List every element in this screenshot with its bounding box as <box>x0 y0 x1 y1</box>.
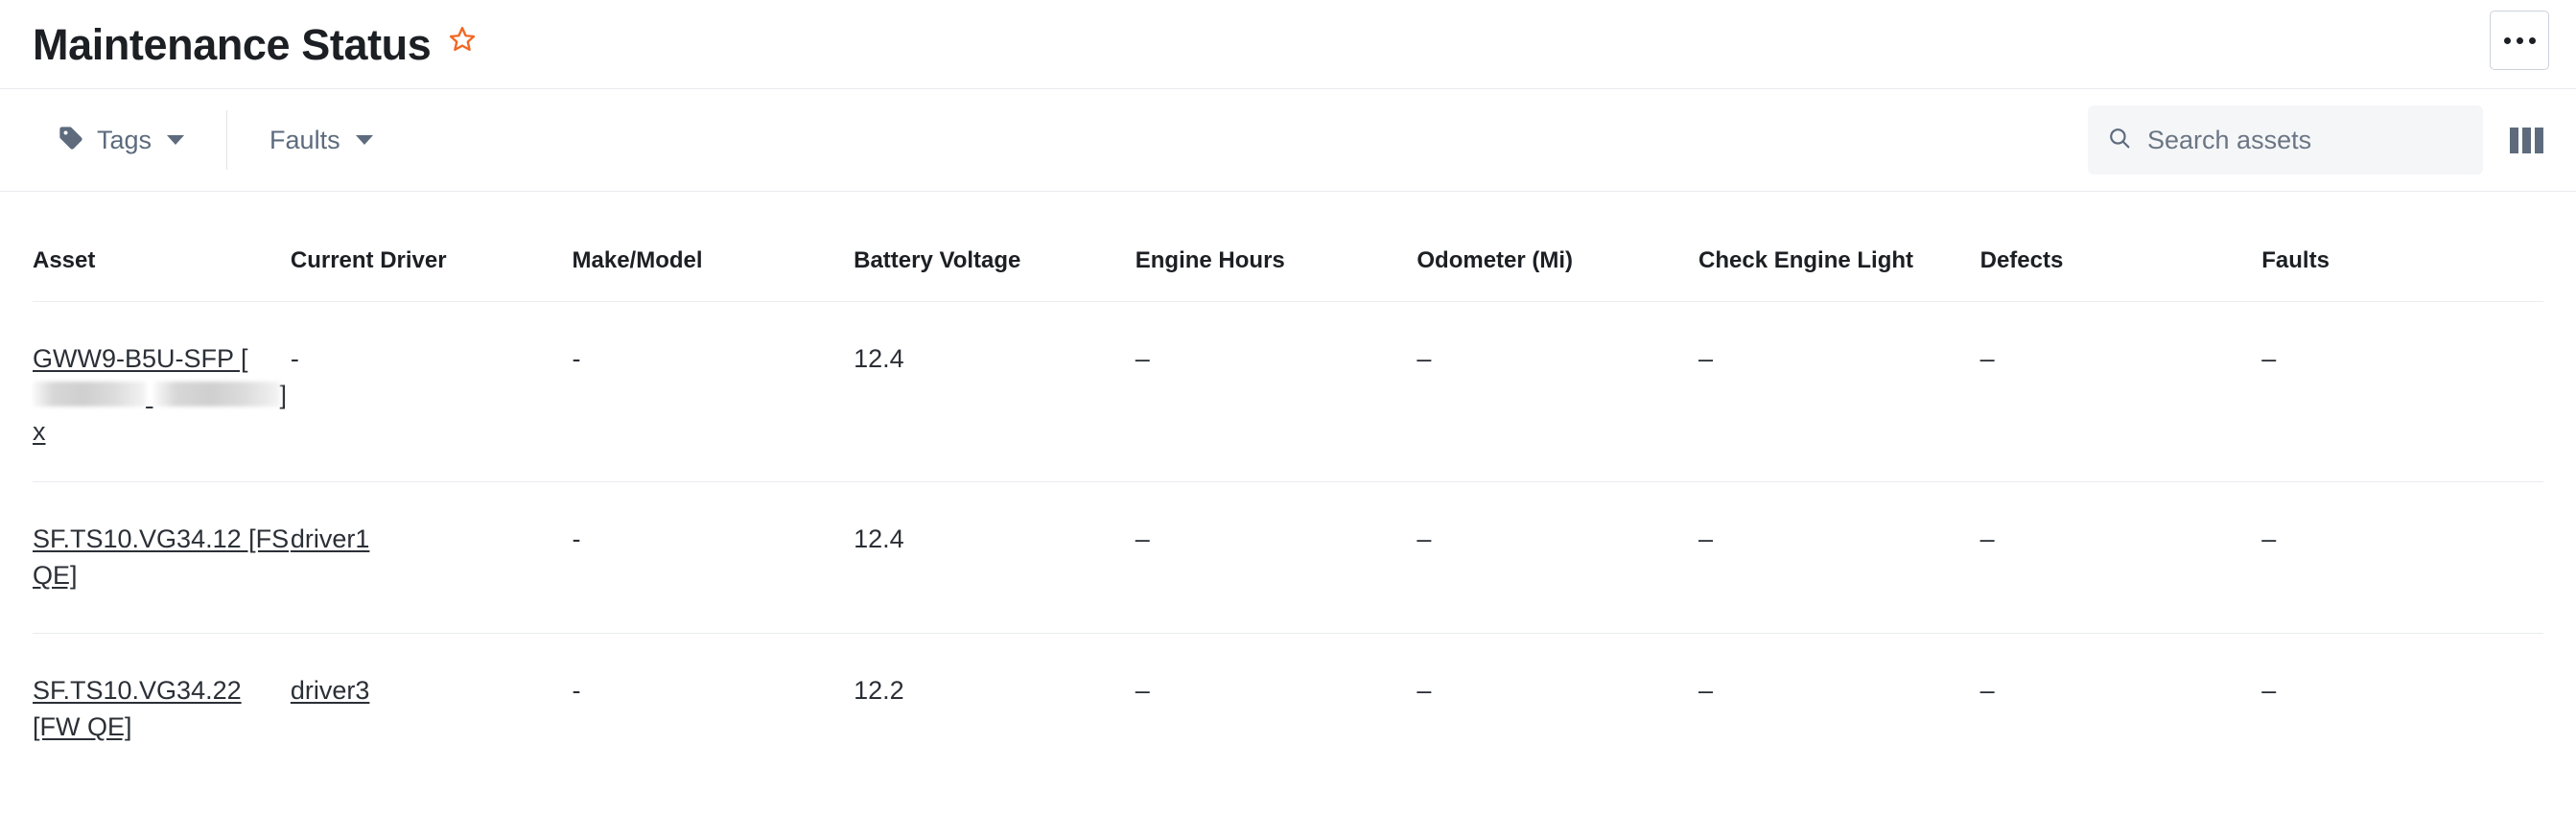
cell-odometer: – <box>1417 300 1698 482</box>
table-row: SF.TS10.VG34.22 [FW QE] driver3-12.2– – – – – <box>33 632 2543 785</box>
cell-current-driver: driver1 <box>290 480 573 634</box>
table-body: GWW9-B5U-SFP [ ] x - -12.4– – – – – SF.TS10.VG3… <box>33 300 2543 785</box>
cell-engine-hours: – <box>1135 632 1417 785</box>
column-header-odometer[interactable]: Odometer (Mi) <box>1417 192 1698 301</box>
asset-name-text: SF.TS10.VG34.12 [FS QE] <box>33 524 290 590</box>
columns-icon[interactable] <box>2504 122 2549 159</box>
star-outline-icon[interactable] <box>448 25 477 58</box>
cell-faults: – <box>2261 300 2543 482</box>
tags-filter-label: Tags <box>97 125 152 154</box>
tags-filter-dropdown[interactable]: Tags <box>33 111 209 169</box>
toolbar-right-group <box>2088 89 2549 191</box>
table-head: Asset Current Driver Make/Model Battery … <box>33 192 2543 301</box>
cell-faults: – <box>2261 632 2543 785</box>
cell-make-model: - <box>572 480 855 634</box>
kebab-dot <box>2528 36 2536 44</box>
search-assets-box[interactable] <box>2088 105 2483 175</box>
assets-table: Asset Current Driver Make/Model Battery … <box>33 192 2543 785</box>
driver-link[interactable]: driver1 <box>291 524 370 553</box>
kebab-dot <box>2516 36 2523 44</box>
driver-link[interactable]: driver3 <box>291 676 370 705</box>
cell-defects: – <box>1979 632 2262 785</box>
page-header: Maintenance Status <box>0 0 2576 88</box>
asset-link[interactable]: SF.TS10.VG34.12 [FS QE] <box>33 524 289 590</box>
cell-check-engine-light: – <box>1698 632 1980 785</box>
cell-faults: – <box>2261 480 2543 634</box>
cell-make-model: - <box>572 300 855 482</box>
search-input[interactable] <box>2147 125 2464 155</box>
chevron-down-icon <box>355 135 373 145</box>
cell-check-engine-light: – <box>1698 480 1980 634</box>
table-toolbar: Tags Faults <box>0 88 2576 192</box>
column-header-battery-voltage[interactable]: Battery Voltage <box>854 192 1136 301</box>
column-header-engine-hours[interactable]: Engine Hours <box>1136 192 1417 301</box>
cell-battery-voltage: 12.2 <box>854 632 1136 785</box>
asset-name-text: GWW9-B5U-SFP [ <box>33 343 248 373</box>
kebab-dot <box>2503 36 2511 44</box>
maintenance-status-page: Maintenance Status Tags Faults Search as… <box>0 0 2576 838</box>
faults-filter-label: Faults <box>269 125 340 154</box>
cell-defects: – <box>1979 300 2262 482</box>
faults-filter-dropdown[interactable]: Faults <box>245 111 398 169</box>
cell-odometer: – <box>1417 632 1698 785</box>
cell-odometer: – <box>1417 480 1698 634</box>
cell-current-driver: - <box>290 300 573 482</box>
table-row: SF.TS10.VG34.12 [FS QE] driver1-12.4– – – – – <box>33 480 2543 634</box>
columns-bar <box>2522 127 2531 153</box>
cell-asset: SF.TS10.VG34.12 [FS QE] <box>33 480 291 634</box>
search-icon <box>2107 126 2132 155</box>
cell-battery-voltage: 12.4 <box>854 300 1136 482</box>
table-row: GWW9-B5U-SFP [ ] x - -12.4– – – – – <box>33 300 2543 482</box>
column-header-make-model[interactable]: Make/Model <box>573 192 855 301</box>
cell-engine-hours: – <box>1135 480 1417 634</box>
table-header-row: Asset Current Driver Make/Model Battery … <box>33 192 2543 301</box>
tag-icon <box>58 125 84 156</box>
assets-table-container: Asset Current Driver Make/Model Battery … <box>0 192 2576 785</box>
cell-make-model: - <box>572 632 855 785</box>
redacted-text <box>33 382 146 407</box>
overflow-menu-button[interactable] <box>2490 11 2549 70</box>
cell-defects: – <box>1979 480 2262 634</box>
columns-bar <box>2510 127 2518 153</box>
redacted-text <box>152 382 280 407</box>
page-title: Maintenance Status <box>33 19 432 69</box>
cell-asset: SF.TS10.VG34.22 [FW QE] <box>33 632 291 785</box>
column-header-defects[interactable]: Defects <box>1980 192 2262 301</box>
column-header-asset[interactable]: Asset <box>33 192 291 301</box>
cell-battery-voltage: 12.4 <box>854 480 1136 634</box>
cell-asset: GWW9-B5U-SFP [ ] x <box>33 300 291 482</box>
column-header-check-engine-light[interactable]: Check Engine Light <box>1698 192 1980 301</box>
column-header-current-driver[interactable]: Current Driver <box>291 192 573 301</box>
columns-bar <box>2535 127 2543 153</box>
toolbar-divider <box>226 110 228 170</box>
cell-engine-hours: – <box>1135 300 1417 482</box>
cell-current-driver: driver3 <box>290 632 573 785</box>
asset-link[interactable]: GWW9-B5U-SFP [ ] x <box>33 343 287 446</box>
cell-check-engine-light: – <box>1698 300 1980 482</box>
asset-name-text: SF.TS10.VG34.22 [FW QE] <box>33 675 242 741</box>
asset-link[interactable]: SF.TS10.VG34.22 [FW QE] <box>33 676 242 741</box>
driver-value: - <box>290 343 299 373</box>
filter-group: Tags Faults <box>33 89 398 191</box>
column-header-faults[interactable]: Faults <box>2261 192 2543 301</box>
chevron-down-icon <box>167 135 185 145</box>
